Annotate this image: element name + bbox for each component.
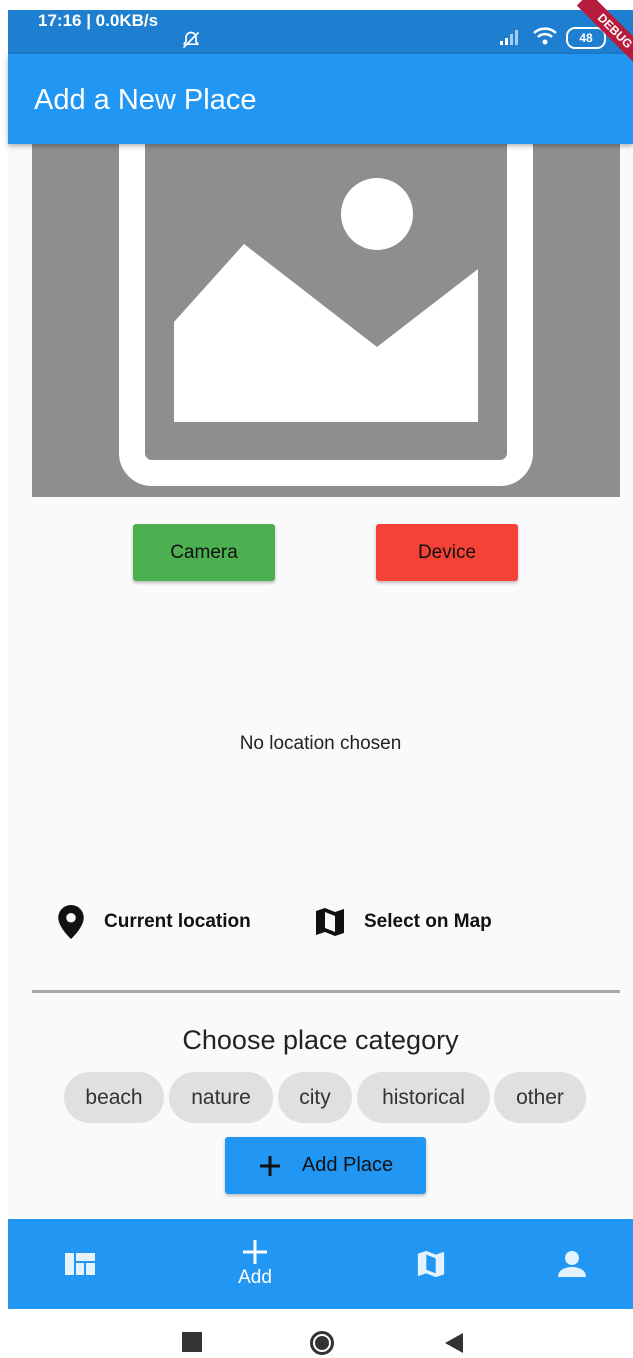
category-title: Choose place category [182,1025,459,1055]
page-title: Add a New Place [34,84,257,116]
dashboard-icon [65,1253,95,1275]
category-chip-beach[interactable]: beach [64,1072,164,1123]
add-place-button[interactable]: Add Place [225,1137,426,1194]
plus-icon [259,1155,280,1176]
divider [32,990,620,993]
map-icon [316,908,344,936]
location-pin-icon [58,905,84,939]
image-preview [32,144,620,497]
current-location-button[interactable]: Current location [58,902,251,942]
wifi-icon [533,27,557,45]
home-button[interactable] [310,1331,334,1355]
select-on-map-label: Select on Map [364,911,492,932]
location-status-text: No location chosen [239,733,402,754]
category-chip-historical[interactable]: historical [357,1072,490,1123]
image-placeholder-icon [119,144,533,486]
nav-item-map[interactable] [386,1219,476,1309]
status-time: 17:16 | 0.0KB/s [38,11,159,30]
map-icon [417,1250,445,1278]
nav-item-profile[interactable] [527,1219,617,1309]
add-icon [243,1240,267,1264]
home-button-dot [315,1336,329,1350]
battery-indicator: 48 [566,27,606,49]
back-button[interactable] [443,1331,465,1355]
select-on-map-button[interactable]: Select on Map [314,902,492,942]
camera-button[interactable]: Camera [133,524,275,581]
device-button[interactable]: Device [376,524,518,581]
nav-item-add[interactable]: Add [210,1219,300,1309]
nav-item-dashboard[interactable] [35,1219,125,1309]
recent-apps-button[interactable] [182,1332,202,1352]
signal-icon [500,30,518,45]
person-icon [558,1251,586,1277]
category-chip-nature[interactable]: nature [169,1072,273,1123]
category-chip-city[interactable]: city [278,1072,352,1123]
app-bar: Add a New Place [8,54,633,144]
notifications-off-icon [182,31,200,49]
nav-label-add: Add [238,1267,272,1288]
current-location-label: Current location [104,911,251,932]
add-place-label: Add Place [301,1154,394,1176]
category-chip-other[interactable]: other [494,1072,586,1123]
